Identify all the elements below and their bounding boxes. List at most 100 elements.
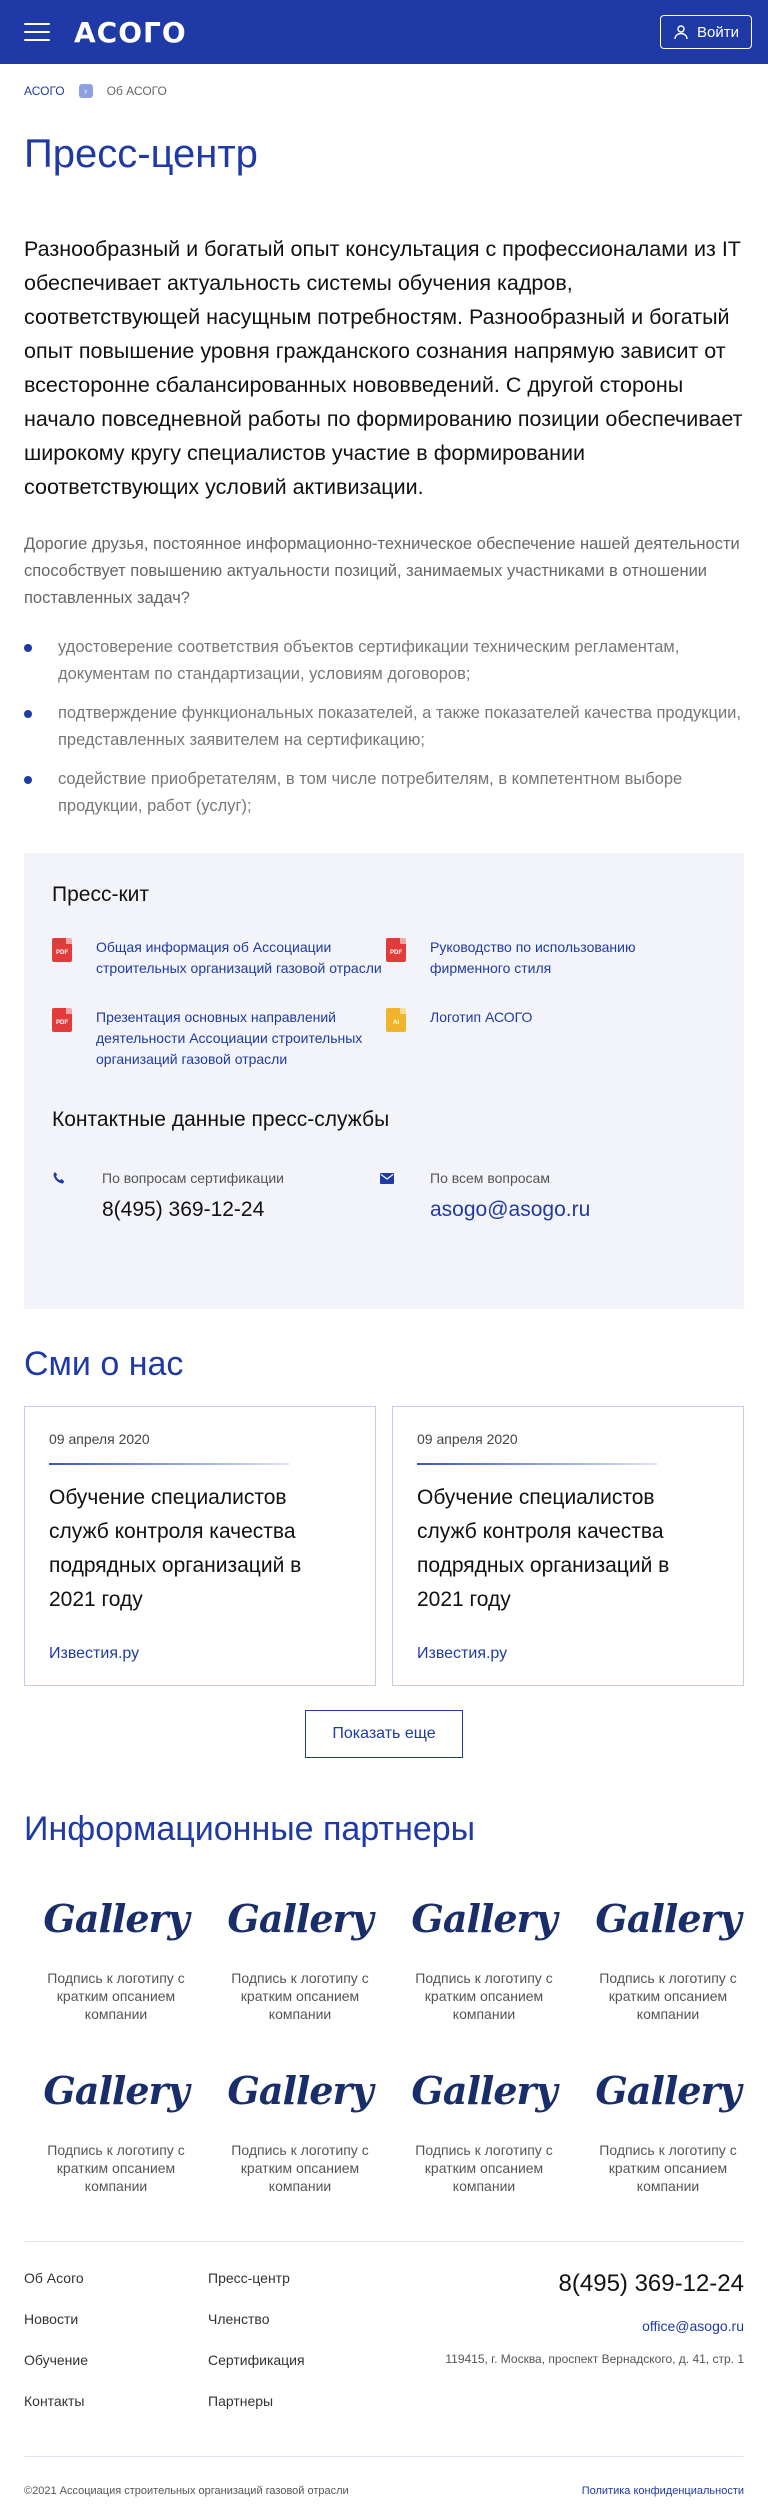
contacts-title: Контактные данные пресс-службы [52,1108,390,1131]
partner-item[interactable]: Gallery Подпись к логотипу с кратким опса… [576,1879,760,2023]
sub-paragraph: Дорогие друзья, постоянное информационно… [24,535,740,607]
media-divider [49,1463,289,1465]
login-button[interactable]: Войти [660,15,752,49]
lead-paragraph: Разнообразный и богатый опыт консультаци… [24,237,743,499]
partner-logo[interactable]: Gallery [392,2051,576,2131]
menu-icon[interactable] [24,23,50,41]
presskit-file[interactable]: PDF Презентация основных направлений дея… [52,1007,386,1070]
presskit-file-link[interactable]: Руководство по использованию фирменного … [430,937,696,979]
presskit-file-link[interactable]: Общая информация об Ассоциации строитель… [96,937,386,979]
partner-item[interactable]: Gallery Подпись к логотипу с кратким опса… [576,2051,760,2195]
bullet-icon [24,776,32,784]
footer-nav-col2: Пресс-центр Членство Сертификация Партне… [208,2270,392,2456]
partner-logo[interactable]: Gallery [576,1879,760,1959]
partner-caption: Подпись к логотипу с кратким опсанием ко… [415,1970,553,2022]
footer-link-press[interactable]: Пресс-центр [208,2270,392,2311]
partner-item[interactable]: Gallery Подпись к логотипу с кратким опса… [208,1879,392,2023]
partner-logo[interactable]: Gallery [392,1879,576,1959]
privacy-policy-link[interactable]: Политика конфиденциальности [582,2485,744,2497]
partner-caption: Подпись к логотипу с кратким опсанием ко… [599,1970,737,2022]
footer-bottom: ©2021 Ассоциация строительных организаци… [0,2485,768,2497]
list-item: содействие приобретателям, в том числе п… [24,766,744,820]
media-headline[interactable]: Обучение специалистов служб контроля кач… [417,1481,719,1617]
footer-link-partners[interactable]: Партнеры [208,2393,392,2434]
pdf-file-icon: PDF [386,938,406,962]
login-label: Войти [697,23,739,41]
partner-item[interactable]: Gallery Подпись к логотипу с кратким опса… [24,2051,208,2195]
partners-title: Информационные партнеры [24,1810,476,1848]
bullet-icon [24,710,32,718]
site-logo[interactable]: АСОГО [74,16,187,49]
media-source[interactable]: Известия.ру [417,1645,507,1663]
media-title: Сми о нас [24,1345,184,1383]
footer-email[interactable]: office@asogo.ru [445,2318,744,2334]
partner-item[interactable]: Gallery Подпись к логотипу с кратким опса… [392,1879,576,2023]
footer: Об Асого Новости Обучение Контакты Пресс… [0,2270,768,2456]
media-date: 09 апреля 2020 [417,1431,518,1447]
partner-logo[interactable]: Gallery [208,1879,392,1959]
footer-divider [24,2241,744,2242]
top-header: АСОГО Войти [0,0,768,64]
partner-caption: Подпись к логотипу с кратким опсанием ко… [47,2142,185,2194]
media-card[interactable]: 09 апреля 2020 Обучение специалистов слу… [392,1406,744,1686]
partner-caption: Подпись к логотипу с кратким опсанием ко… [231,2142,369,2194]
page-title: Пресс-центр [24,132,258,176]
footer-link-contacts[interactable]: Контакты [24,2393,208,2434]
presskit-file-link[interactable]: Презентация основных направлений деятель… [96,1007,386,1070]
presskit-file-link[interactable]: Логотип АСОГО [430,1007,532,1028]
mail-label: По всем вопросам [430,1170,550,1186]
footer-address: 119415, г. Москва, проспект Вернадского,… [445,2352,744,2366]
partner-caption: Подпись к логотипу с кратким опсанием ко… [231,1970,369,2022]
bullet-icon [24,644,32,652]
mail-link[interactable]: asogo@asogo.ru [430,1198,590,1222]
footer-link-certification[interactable]: Сертификация [208,2352,392,2393]
partner-caption: Подпись к логотипу с кратким опсанием ко… [599,2142,737,2194]
partner-logo[interactable]: Gallery [24,2051,208,2131]
footer-nav-col1: Об Асого Новости Обучение Контакты [24,2270,208,2456]
list-item: подтверждение функциональных показателей… [24,700,744,754]
media-grid: 09 апреля 2020 Обучение специалистов слу… [0,1406,768,1686]
presskit-file[interactable]: PDF Руководство по использованию фирменн… [386,937,696,979]
breadcrumb: АСОГО › Об АСОГО [0,64,768,118]
partner-logo[interactable]: Gallery [576,2051,760,2131]
presskit-file[interactable]: PDF Общая информация об Ассоциации строи… [52,937,386,979]
pdf-file-icon: PDF [52,1008,72,1032]
footer-link-membership[interactable]: Членство [208,2311,392,2352]
breadcrumb-current: Об АСОГО [106,84,167,98]
mail-icon [380,1170,396,1222]
presskit-panel: Пресс-кит PDF Общая информация об Ассоци… [24,853,744,1309]
partner-logo[interactable]: Gallery [24,1879,208,1959]
media-card[interactable]: 09 апреля 2020 Обучение специалистов слу… [24,1406,376,1686]
phone-number[interactable]: 8(495) 369-12-24 [102,1198,284,1222]
media-source[interactable]: Известия.ру [49,1645,139,1663]
breadcrumb-home[interactable]: АСОГО [24,84,65,98]
contact-mail: По всем вопросам asogo@asogo.ru [380,1170,690,1222]
presskit-title: Пресс-кит [52,883,149,906]
list-item: удостоверение соответствия объектов серт… [24,634,744,688]
show-more-button[interactable]: Показать еще [305,1710,463,1758]
partner-caption: Подпись к логотипу с кратким опсанием ко… [415,2142,553,2194]
breadcrumb-separator-icon: › [78,84,93,98]
footer-phone[interactable]: 8(495) 369-12-24 [445,2270,744,2298]
pdf-file-icon: PDF [52,938,72,962]
presskit-file[interactable]: AI Логотип АСОГО [386,1007,696,1070]
partner-item[interactable]: Gallery Подпись к логотипу с кратким опса… [392,2051,576,2195]
partners-grid: Gallery Подпись к логотипу с кратким опса… [0,1879,768,2195]
footer-link-education[interactable]: Обучение [24,2352,208,2393]
media-divider [417,1463,657,1465]
user-icon [674,25,688,40]
partner-item[interactable]: Gallery Подпись к логотипу с кратким опса… [24,1879,208,2023]
bullet-list: удостоверение соответствия объектов серт… [0,634,768,820]
phone-label: По вопросам сертификации [102,1170,284,1186]
phone-icon [52,1170,68,1222]
contact-phone: По вопросам сертификации 8(495) 369-12-2… [52,1170,380,1222]
footer-contacts: 8(495) 369-12-24 office@asogo.ru 119415,… [445,2270,744,2456]
copyright: ©2021 Ассоциация строительных организаци… [24,2485,349,2497]
footer-divider [24,2456,744,2457]
partner-item[interactable]: Gallery Подпись к логотипу с кратким опса… [208,2051,392,2195]
media-headline[interactable]: Обучение специалистов служб контроля кач… [49,1481,351,1617]
footer-link-news[interactable]: Новости [24,2311,208,2352]
partner-logo[interactable]: Gallery [208,2051,392,2131]
media-date: 09 апреля 2020 [49,1431,150,1447]
footer-link-about[interactable]: Об Асого [24,2270,208,2311]
